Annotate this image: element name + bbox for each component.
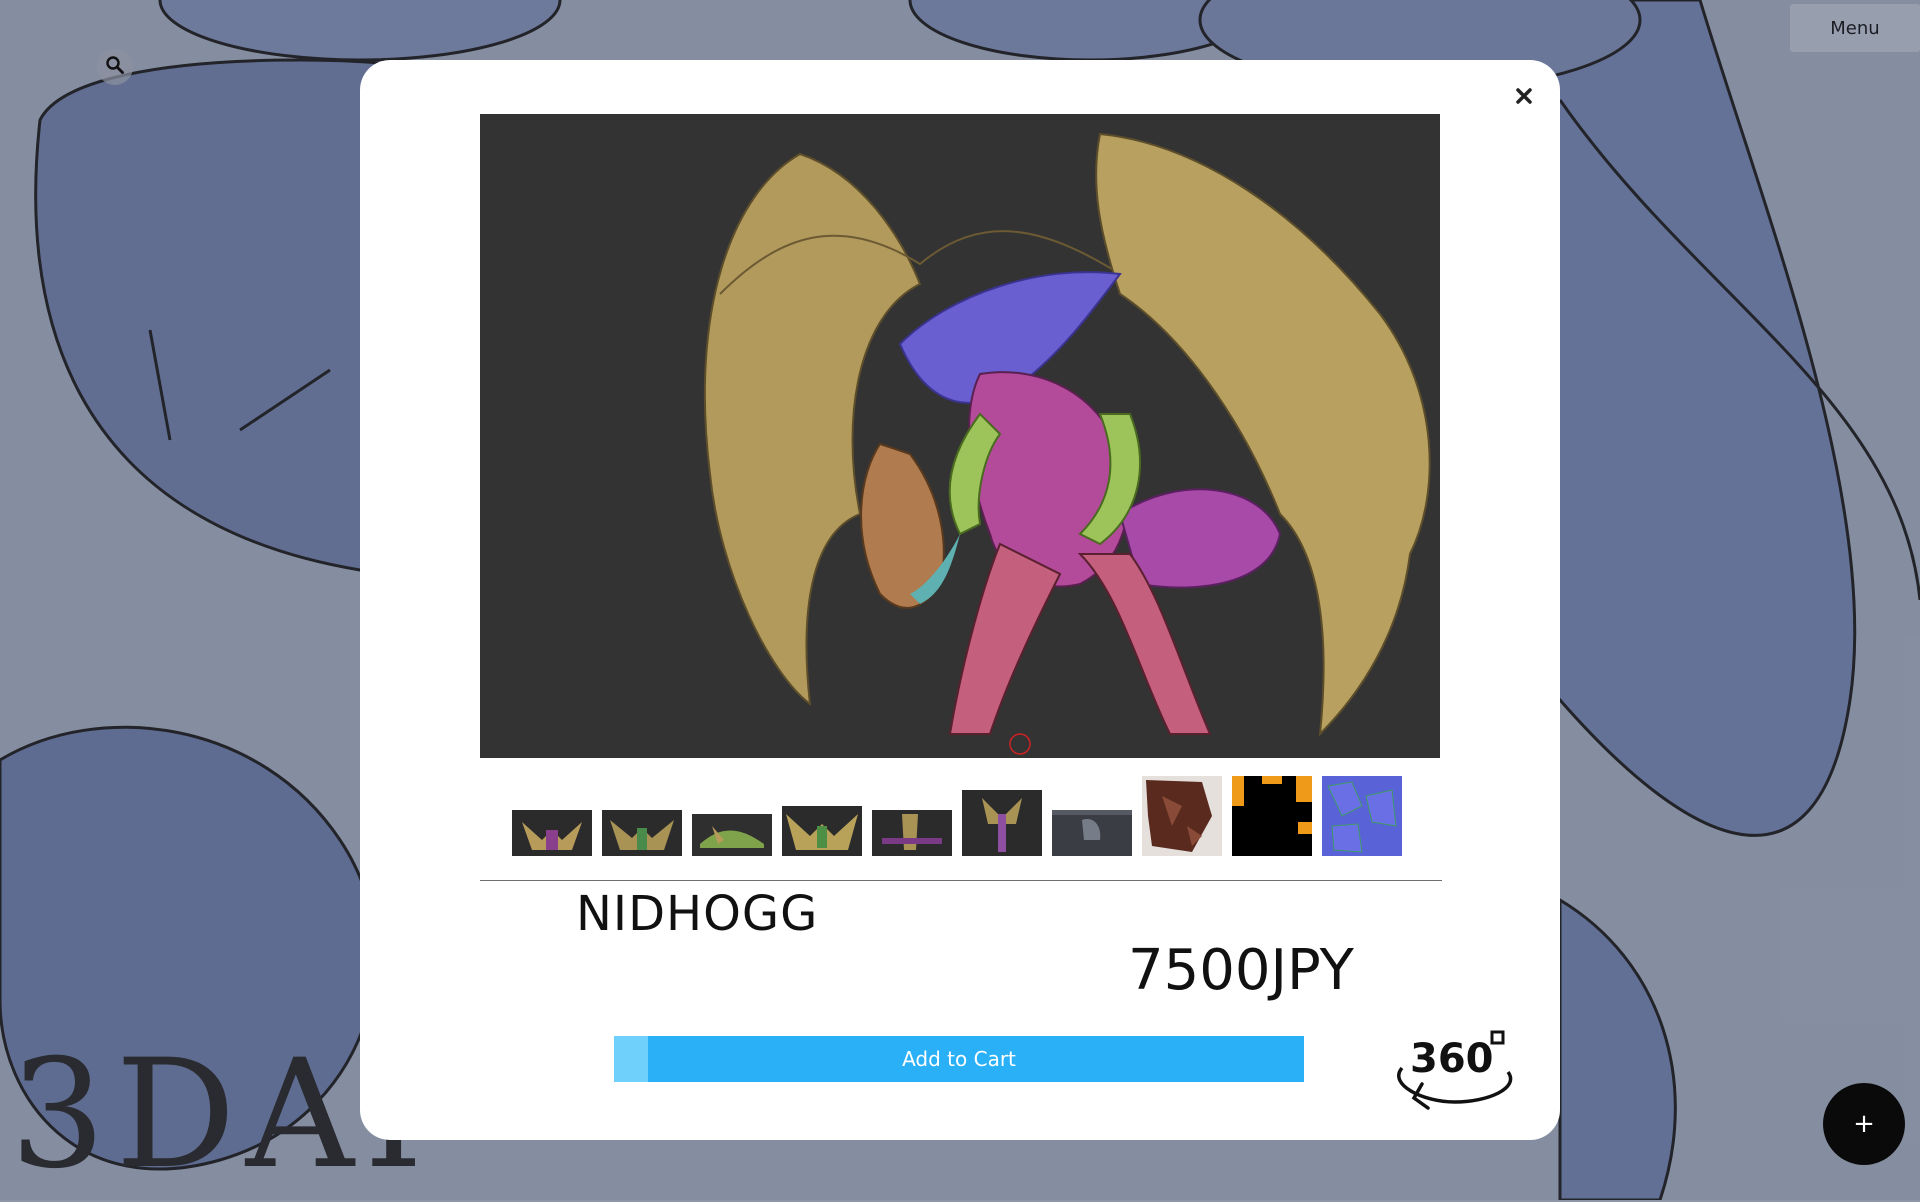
close-button[interactable] <box>1512 86 1536 110</box>
close-icon <box>1516 88 1532 108</box>
view-360-button[interactable]: 360 <box>1392 1024 1518 1114</box>
thumbnail-10[interactable] <box>1322 776 1402 856</box>
product-main-image[interactable] <box>480 114 1440 758</box>
product-title: NIDHOGG <box>576 886 819 942</box>
product-price: 7500JPY <box>1128 938 1354 1003</box>
product-modal: NIDHOGG 7500JPY Add to Cart 360 <box>360 60 1560 1140</box>
view-360-text: 360 <box>1410 1036 1494 1082</box>
thumbnail-8[interactable] <box>1142 776 1222 856</box>
floating-add-button[interactable]: + <box>1823 1083 1905 1165</box>
thumbnail-7[interactable] <box>1052 810 1132 856</box>
add-to-cart-button[interactable]: Add to Cart <box>614 1036 1304 1082</box>
thumbnail-4[interactable] <box>782 806 862 856</box>
thumbnail-5[interactable] <box>872 810 952 856</box>
search-button[interactable] <box>97 49 133 85</box>
section-divider <box>480 880 1442 881</box>
plus-icon: + <box>1853 1109 1875 1139</box>
cart-button-accent <box>614 1036 648 1082</box>
dragon-model-render <box>480 114 1440 758</box>
thumbnail-3[interactable] <box>692 814 772 856</box>
thumbnail-strip <box>480 772 1440 856</box>
search-icon <box>105 55 125 79</box>
rotate-360-icon: 360 <box>1397 1030 1513 1110</box>
thumbnail-9[interactable] <box>1232 776 1312 856</box>
menu-button[interactable]: Menu <box>1790 4 1920 52</box>
thumbnail-1[interactable] <box>512 810 592 856</box>
add-to-cart-label: Add to Cart <box>902 1047 1016 1071</box>
thumbnail-6[interactable] <box>962 790 1042 856</box>
thumbnail-2[interactable] <box>602 810 682 856</box>
